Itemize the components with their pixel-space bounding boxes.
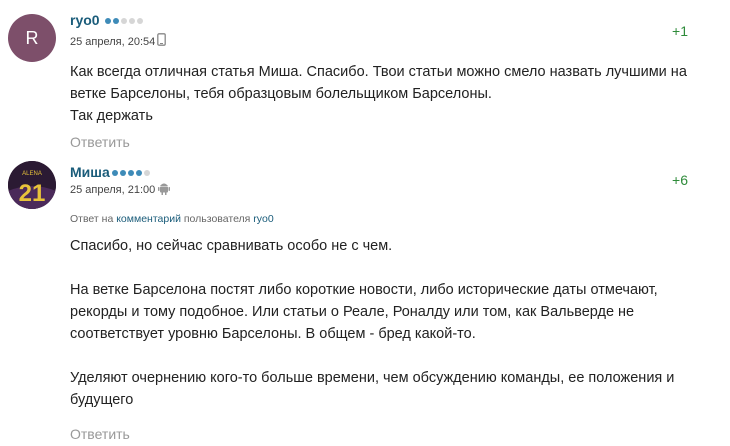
- avatar-name: ALENA: [22, 171, 42, 177]
- comment-text-line: На ветке Барселона постят либо короткие …: [70, 282, 658, 298]
- comment-text: Спасибо, но сейчас сравнивать особо не с…: [70, 235, 720, 411]
- comment-text-line: соответствует уровню Барселоны. В общем …: [70, 326, 476, 342]
- reply-to-comment-link[interactable]: комментарий: [116, 213, 181, 225]
- comment-text: Как всегда отличная статья Миша. Спасибо…: [70, 61, 720, 127]
- comment-date: 25 апреля, 20:54: [70, 36, 156, 48]
- comment-text-line: Так держать: [70, 108, 153, 124]
- comment-text-line: [70, 345, 720, 367]
- avatar[interactable]: R: [8, 14, 56, 62]
- reply-button[interactable]: Ответить: [70, 426, 130, 442]
- comment-text-line: Как всегда отличная статья Миша. Спасибо…: [70, 64, 687, 80]
- comment-text-line: [70, 257, 720, 279]
- reply-button[interactable]: Ответить: [70, 134, 130, 150]
- comment-score: +6: [672, 172, 688, 188]
- comment-author[interactable]: Миша: [70, 164, 110, 180]
- rating-dot-filled: [112, 170, 118, 176]
- rating-dot-empty: [121, 18, 127, 24]
- comment-date: 25 апреля, 21:00: [70, 184, 156, 196]
- reply-to-prefix: Ответ на: [70, 213, 114, 225]
- avatar-letter: R: [25, 27, 39, 48]
- rating-dot-filled: [128, 170, 134, 176]
- android-icon: [158, 181, 170, 198]
- rating-dot-filled: [113, 18, 119, 24]
- comment-text-line: Уделяют очернению кого-то больше времени…: [70, 370, 675, 386]
- comment-text-line: Спасибо, но сейчас сравнивать особо не с…: [70, 238, 393, 254]
- rating-dot-filled: [105, 18, 111, 24]
- reply-to-middle: пользователя: [183, 213, 251, 225]
- comment-author[interactable]: ryo0: [70, 12, 100, 28]
- rating-dot-filled: [136, 170, 142, 176]
- avatar[interactable]: ALENA 21: [8, 161, 56, 209]
- reply-to-line: Ответ на комментарий пользователя ryo0: [70, 213, 274, 225]
- comment-text-line: рекорды и тому подобное. Или статьи о Ре…: [70, 304, 635, 320]
- user-rating-dots: [112, 170, 150, 176]
- mobile-phone-icon: [157, 33, 166, 49]
- comment-text-line: ветке Барселоны, тебя образцовым болельщ…: [70, 86, 492, 102]
- comment-text-line: будущего: [70, 392, 134, 408]
- rating-dot-empty: [129, 18, 135, 24]
- rating-dot-empty: [137, 18, 143, 24]
- rating-dot-filled: [120, 170, 126, 176]
- user-rating-dots: [105, 18, 143, 24]
- rating-dot-empty: [144, 170, 150, 176]
- reply-to-user-link[interactable]: ryo0: [253, 213, 273, 225]
- avatar-number: 21: [19, 180, 46, 207]
- comment-score: +1: [672, 23, 688, 39]
